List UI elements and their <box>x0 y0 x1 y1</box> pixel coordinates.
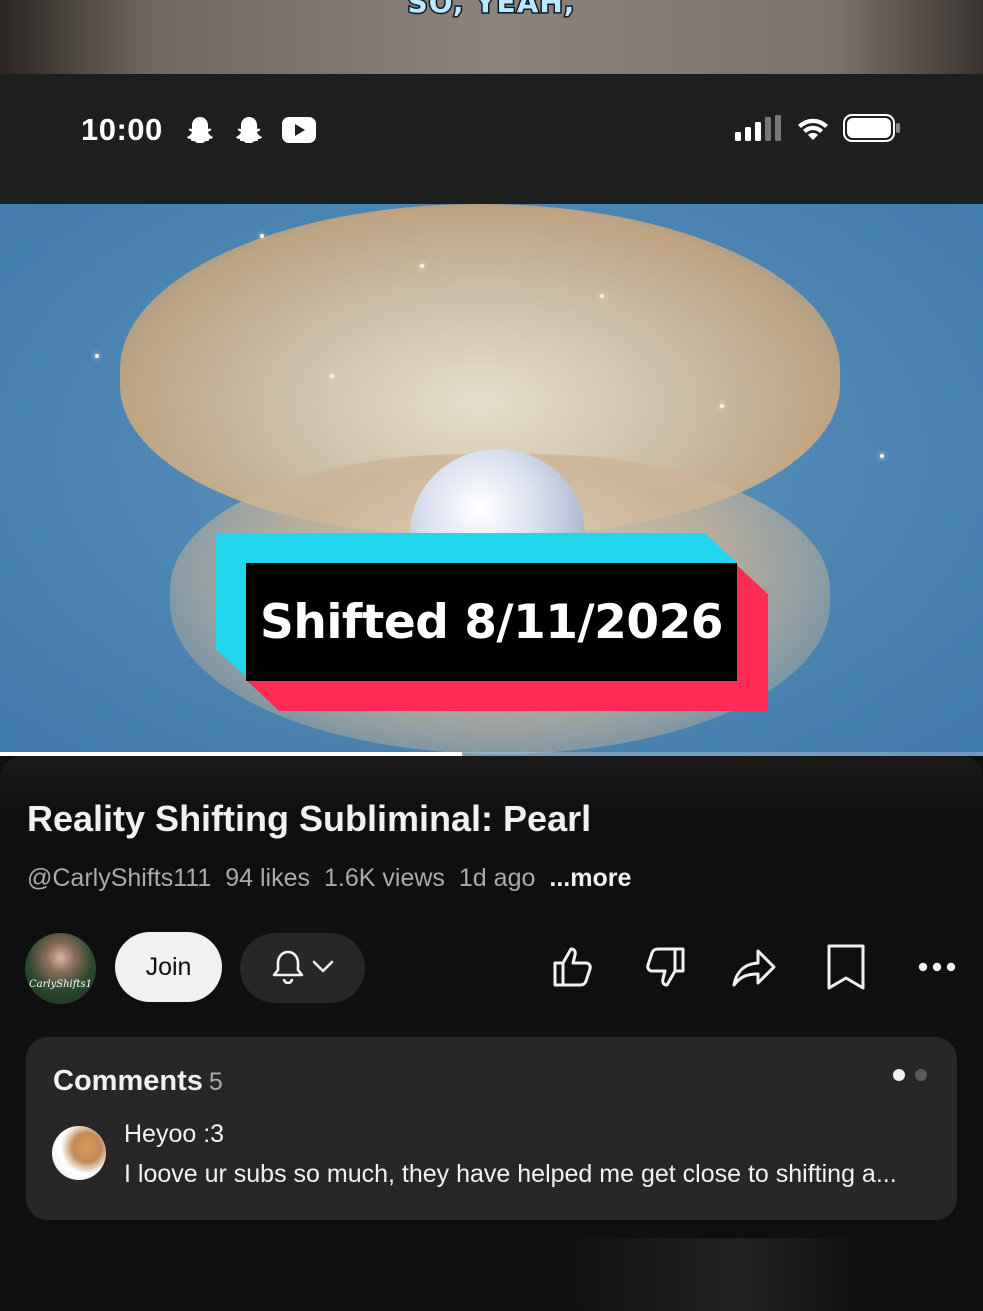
comment-author: Heyoo :3 <box>124 1120 225 1148</box>
wifi-icon <box>795 114 831 147</box>
comments-header: Comments 5 <box>53 1065 223 1098</box>
view-count: 1.6K views <box>324 864 445 892</box>
share-icon[interactable] <box>730 942 780 992</box>
action-row: CarlyShifts111 Join <box>0 930 983 1006</box>
more-icon[interactable] <box>912 942 962 992</box>
sparkle <box>880 454 884 458</box>
join-button[interactable]: Join <box>115 932 222 1002</box>
sparkle <box>720 404 724 408</box>
dislike-icon[interactable] <box>640 942 690 992</box>
status-bar: 10:00 <box>0 74 983 204</box>
save-icon[interactable] <box>821 942 871 992</box>
comment-text: I loove ur subs so much, they have helpe… <box>124 1160 897 1188</box>
video-title[interactable]: Reality Shifting Subliminal: Pearl <box>27 798 591 840</box>
carousel-dot <box>915 1069 927 1081</box>
date-sticker: Shifted 8/11/2026 <box>216 533 768 711</box>
signal-icon <box>735 115 783 146</box>
commenter-avatar[interactable] <box>52 1126 106 1180</box>
channel-avatar[interactable]: CarlyShifts111 <box>25 933 96 1004</box>
notification-icons <box>184 114 316 151</box>
channel-handle[interactable]: @CarlyShifts111 <box>27 864 211 893</box>
carousel-dots <box>893 1069 927 1081</box>
sparkle <box>95 354 99 358</box>
status-time: 10:00 <box>81 112 163 147</box>
notifications-button[interactable] <box>240 933 365 1003</box>
youtube-icon <box>282 117 316 148</box>
background-video-strip: SO, YEAH, <box>0 0 983 74</box>
more-link[interactable]: ...more <box>549 864 631 893</box>
system-icons <box>735 114 901 147</box>
sparkle <box>260 234 264 238</box>
sticker-text: Shifted 8/11/2026 <box>260 594 723 650</box>
sparkle <box>600 294 604 298</box>
battery-icon <box>843 114 901 147</box>
upload-age: 1d ago <box>458 864 536 892</box>
comments-count: 5 <box>208 1068 223 1096</box>
carousel-dot-active <box>893 1069 905 1081</box>
bell-icon <box>271 948 305 989</box>
like-count: 94 likes <box>225 864 311 892</box>
overlay-caption: SO, YEAH, <box>406 0 576 21</box>
background-shadow <box>560 1238 860 1311</box>
sparkle <box>420 264 424 268</box>
snapchat-icon <box>233 114 265 151</box>
chevron-down-icon <box>311 958 335 979</box>
avatar-signature: CarlyShifts111 <box>29 979 96 990</box>
comments-label: Comments <box>53 1065 203 1097</box>
sparkle <box>330 374 334 378</box>
video-meta[interactable]: @CarlyShifts111 94 likes 1.6K views 1d a… <box>27 864 631 893</box>
comments-card[interactable]: Comments 5 Heyoo :3 I loove ur subs so mu… <box>26 1037 957 1220</box>
like-icon[interactable] <box>548 942 598 992</box>
snapchat-icon <box>184 114 216 151</box>
